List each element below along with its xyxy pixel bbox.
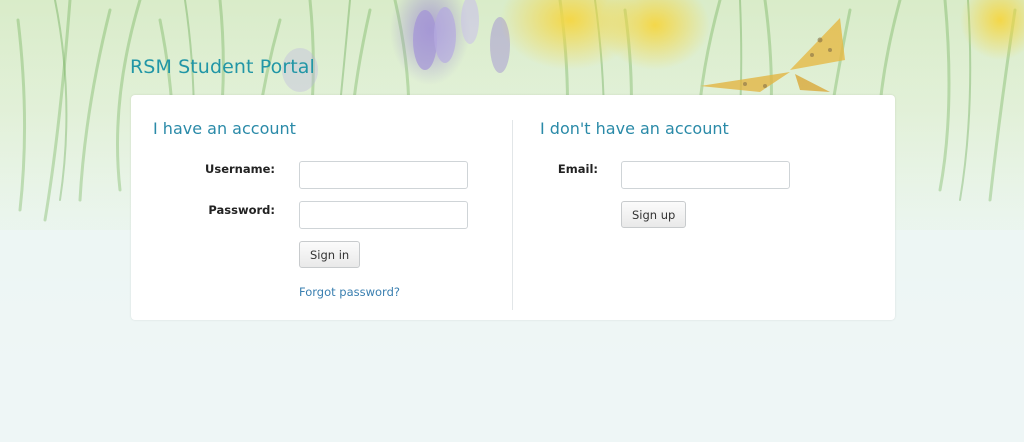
email-label: Email: [557, 162, 598, 176]
password-input[interactable] [299, 201, 468, 229]
username-label: Username: [205, 162, 275, 176]
page-title: RSM Student Portal [130, 56, 315, 78]
username-input[interactable] [299, 161, 468, 189]
login-page: RSM Student Portal I have an account Use… [0, 0, 1024, 442]
forgot-password-link[interactable]: Forgot password? [299, 285, 400, 299]
signup-heading: I don't have an account [540, 119, 729, 138]
sign-in-button[interactable]: Sign in [299, 241, 361, 268]
login-heading: I have an account [153, 119, 296, 138]
login-card: I have an account Username: Password: Si… [131, 95, 895, 320]
email-input[interactable] [621, 161, 790, 189]
sign-up-button[interactable]: Sign up [621, 201, 687, 228]
column-divider [512, 120, 513, 310]
password-label: Password: [208, 203, 275, 217]
